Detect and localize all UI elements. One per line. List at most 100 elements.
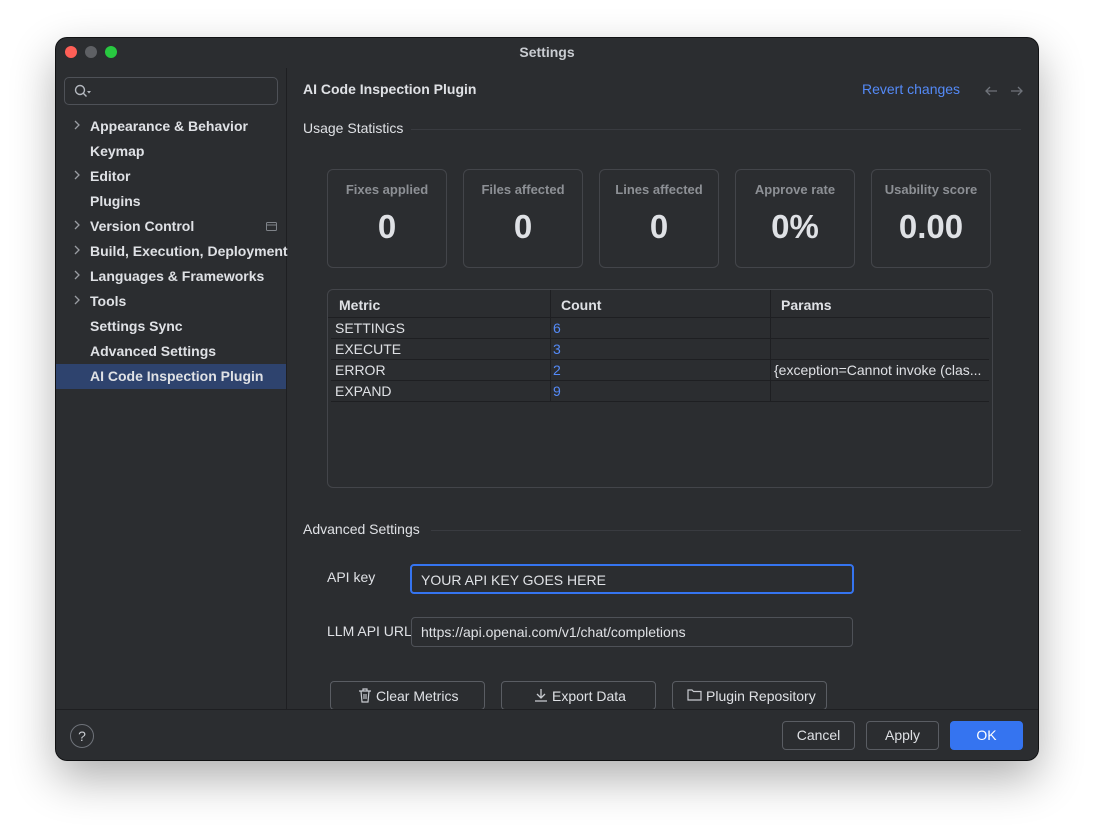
stat-card-fixes-applied: Fixes applied 0 [327, 169, 447, 268]
column-header-label: Count [561, 297, 602, 313]
stat-label: Usability score [884, 182, 978, 197]
chevron-right-icon [74, 120, 80, 130]
count-cell: 6 [550, 318, 770, 339]
metric-cell: EXPAND [331, 381, 550, 402]
window-title: Settings [519, 44, 575, 60]
sidebar-item-keymap[interactable]: Keymap [56, 139, 286, 164]
ok-button[interactable]: OK [950, 721, 1023, 750]
sidebar-item-editor[interactable]: Editor [56, 164, 286, 189]
sidebar-item-ai-code-inspection-plugin[interactable]: AI Code Inspection Plugin [56, 364, 286, 389]
column-header-label: Params [781, 297, 832, 313]
llm-api-url-field[interactable]: https://api.openai.com/v1/chat/completio… [411, 617, 853, 647]
count-cell: 2 [550, 360, 770, 381]
sidebar-item-label: Tools [90, 293, 127, 309]
count-text: 6 [553, 320, 561, 336]
table-row[interactable]: SETTINGS 6 [331, 318, 990, 339]
export-data-button[interactable]: Export Data [501, 681, 656, 710]
stat-value: 0 [377, 208, 397, 245]
metric-cell: EXECUTE [331, 339, 550, 360]
settings-content: AI Code Inspection Plugin Revert changes… [287, 68, 1038, 710]
stat-card-approve-rate: Approve rate 0% [735, 169, 855, 268]
column-header-params[interactable]: Params [770, 290, 990, 317]
stat-label: Lines affected [615, 182, 703, 197]
sidebar-item-tools[interactable]: Tools [56, 289, 286, 314]
api-key-field[interactable]: YOUR API KEY GOES HERE [410, 564, 854, 594]
metric-cell: SETTINGS [331, 318, 550, 339]
params-cell [770, 381, 989, 402]
dialog-footer: ? Cancel Apply OK [56, 709, 1038, 760]
sidebar-item-version-control[interactable]: Version Control [56, 214, 286, 239]
trash-icon [359, 688, 371, 703]
help-icon[interactable]: ? [70, 724, 94, 748]
sidebar-item-label: Languages & Frameworks [90, 268, 265, 284]
chevron-right-icon [74, 220, 80, 230]
sidebar-item-settings-sync[interactable]: Settings Sync [56, 314, 286, 339]
page-title: AI Code Inspection Plugin [303, 81, 477, 97]
search-input[interactable] [64, 77, 278, 105]
settings-sidebar: Appearance & Behavior Keymap Editor Plug… [56, 68, 288, 709]
download-icon [535, 689, 547, 702]
title-bar: Settings [56, 38, 1038, 66]
section-title: Usage Statistics [303, 120, 404, 136]
sidebar-item-languages-frameworks[interactable]: Languages & Frameworks [56, 264, 286, 289]
chevron-right-icon [74, 295, 80, 305]
button-label: Plugin Repository [706, 688, 816, 704]
stat-label: Files affected [481, 182, 565, 197]
section-divider [411, 129, 1021, 130]
sidebar-item-build-execution-deployment[interactable]: Build, Execution, Deployment [56, 239, 288, 264]
search-icon [74, 84, 91, 97]
count-text: 2 [553, 362, 561, 378]
plugin-repository-button[interactable]: Plugin Repository [672, 681, 827, 710]
revert-changes-link[interactable]: Revert changes [862, 81, 960, 97]
sidebar-item-plugins[interactable]: Plugins [56, 189, 286, 214]
count-cell: 3 [550, 339, 770, 360]
params-cell: {exception=Cannot invoke (clas... [770, 360, 989, 381]
button-label: Clear Metrics [376, 688, 459, 704]
params-text: {exception=Cannot invoke (clas... [774, 362, 982, 378]
api-key-label: API key [327, 569, 376, 585]
sidebar-item-label: Keymap [90, 143, 145, 159]
stat-value: 0% [771, 208, 819, 245]
chevron-right-icon [74, 270, 80, 280]
clear-metrics-button[interactable]: Clear Metrics [330, 681, 485, 710]
table-row[interactable]: EXPAND 9 [331, 381, 990, 402]
llm-api-url-value: https://api.openai.com/v1/chat/completio… [421, 624, 686, 640]
sidebar-item-label: Appearance & Behavior [90, 118, 248, 134]
column-header-count[interactable]: Count [550, 290, 770, 317]
advanced-settings-section: Advanced Settings [303, 521, 1021, 541]
sidebar-item-advanced-settings[interactable]: Advanced Settings [56, 339, 286, 364]
stat-value: 0 [649, 208, 669, 245]
count-text: 9 [553, 383, 561, 399]
metric-text: ERROR [335, 362, 386, 378]
metric-text: EXECUTE [335, 341, 402, 357]
stat-card-lines-affected: Lines affected 0 [599, 169, 719, 268]
table-row[interactable]: EXECUTE 3 [331, 339, 990, 360]
stat-value: 0 [513, 208, 533, 245]
stat-label: Fixes applied [345, 182, 429, 197]
sidebar-item-label: Settings Sync [90, 318, 183, 334]
settings-window: Settings Appearance & Behavior Keymap Ed… [56, 38, 1038, 760]
stat-label: Approve rate [754, 182, 836, 197]
sidebar-item-label: Advanced Settings [90, 343, 217, 359]
table-row[interactable]: ERROR 2 {exception=Cannot invoke (clas..… [331, 360, 990, 381]
sidebar-item-label: Editor [90, 168, 131, 184]
api-key-value: YOUR API KEY GOES HERE [421, 572, 606, 588]
arrow-right-icon[interactable] [1010, 85, 1024, 97]
arrow-left-icon[interactable] [984, 85, 998, 97]
sidebar-item-label: Build, Execution, Deployment [90, 243, 288, 259]
folder-icon [687, 689, 702, 701]
section-title: Advanced Settings [303, 521, 420, 537]
apply-button[interactable]: Apply [866, 721, 939, 750]
button-label: Export Data [552, 688, 626, 704]
llm-api-url-label: LLM API URL [327, 623, 412, 639]
stat-card-files-affected: Files affected 0 [463, 169, 583, 268]
sidebar-item-appearance-behavior[interactable]: Appearance & Behavior [56, 114, 286, 139]
metric-cell: ERROR [331, 360, 550, 381]
metrics-table[interactable]: Metric Count Params SETTINGS 6 EXECUTE 3… [327, 289, 993, 488]
params-cell [770, 339, 989, 360]
column-header-metric[interactable]: Metric [328, 290, 550, 317]
vcs-folder-icon [266, 222, 277, 231]
sidebar-item-label: AI Code Inspection Plugin [90, 368, 264, 384]
cancel-button[interactable]: Cancel [782, 721, 855, 750]
sidebar-item-label: Version Control [90, 218, 195, 234]
